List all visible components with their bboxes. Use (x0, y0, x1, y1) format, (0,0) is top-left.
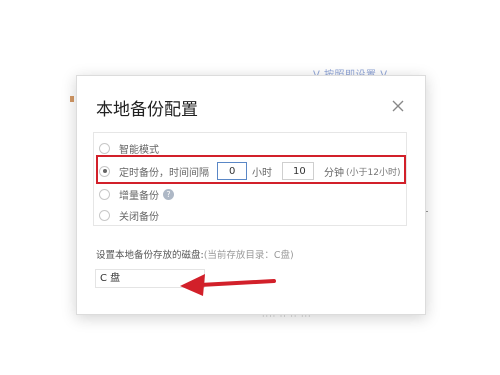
current-directory-text: (当前存放目录：C盘) (203, 250, 294, 261)
close-icon (392, 100, 404, 112)
question-circle-icon[interactable]: ? (163, 188, 174, 200)
radio-incremental-backup[interactable] (99, 188, 110, 200)
backup-mode-group: 智能模式 定时备份，时间间隔 小时 分钟 (小于12小时) 增量备份 ? 关闭备… (93, 132, 407, 226)
option-label: 定时备份，时间间隔 (119, 167, 209, 179)
disk-setting-text: 设置本地备份存放的磁盘: (96, 250, 204, 261)
radio-smart-mode[interactable] (99, 142, 110, 154)
option-scheduled-backup[interactable]: 定时备份，时间间隔 小时 分钟 (小于12小时) (94, 161, 404, 181)
minutes-input[interactable] (282, 162, 314, 180)
annotation-arrow-icon (180, 274, 276, 296)
option-label: 关闭备份 (119, 211, 159, 223)
hours-input[interactable] (217, 162, 247, 180)
minutes-unit-label: 分钟 (324, 167, 344, 179)
radio-scheduled-backup[interactable] (99, 165, 110, 177)
close-button[interactable] (389, 97, 407, 115)
option-incremental-backup[interactable]: 增量备份 ? (94, 184, 404, 204)
interval-hint: (小于12小时) (346, 167, 401, 178)
disk-setting-label: 设置本地备份存放的磁盘:(当前存放目录：C盘) (96, 247, 294, 261)
background-mark (70, 96, 74, 102)
radio-disable-backup[interactable] (99, 209, 110, 221)
dialog-title: 本地备份配置 (96, 100, 198, 120)
option-label: 增量备份 (119, 190, 159, 202)
option-disable-backup[interactable]: 关闭备份 (94, 205, 404, 225)
option-label: 智能模式 (119, 144, 159, 156)
option-smart-mode[interactable]: 智能模式 (94, 138, 404, 158)
hours-unit-label: 小时 (252, 167, 272, 179)
